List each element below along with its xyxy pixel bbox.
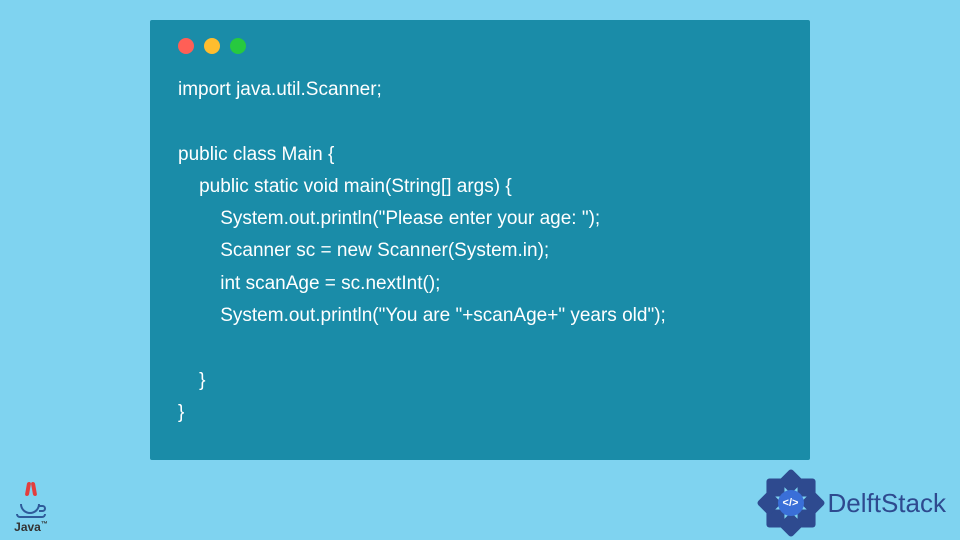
code-line: public static void main(String[] args) {	[178, 176, 512, 197]
delftstack-badge-icon: </>	[760, 472, 822, 534]
delftstack-text: DelftStack	[828, 488, 947, 519]
java-word: Java	[14, 520, 41, 534]
code-bracket-icon: </>	[778, 490, 804, 516]
maximize-icon	[230, 38, 246, 54]
code-line: public class Main {	[178, 144, 334, 165]
code-line: Scanner sc = new Scanner(System.in);	[178, 240, 549, 261]
traffic-lights	[178, 38, 782, 54]
code-window: import java.util.Scanner; public class M…	[150, 20, 810, 460]
java-logo-text: Java™	[14, 520, 48, 534]
code-line: import java.util.Scanner;	[178, 79, 382, 100]
java-tm: ™	[41, 521, 48, 528]
code-block: import java.util.Scanner; public class M…	[178, 74, 782, 429]
code-line: }	[178, 370, 205, 391]
code-line: int scanAge = sc.nextInt();	[178, 273, 440, 294]
minimize-icon	[204, 38, 220, 54]
delftstack-logo: </> DelftStack	[760, 472, 947, 534]
code-line: System.out.println("You are "+scanAge+" …	[178, 305, 666, 326]
close-icon	[178, 38, 194, 54]
code-line: }	[178, 402, 184, 423]
code-line: System.out.println("Please enter your ag…	[178, 208, 600, 229]
java-cup-icon	[16, 488, 46, 518]
java-logo: Java™	[8, 478, 54, 534]
